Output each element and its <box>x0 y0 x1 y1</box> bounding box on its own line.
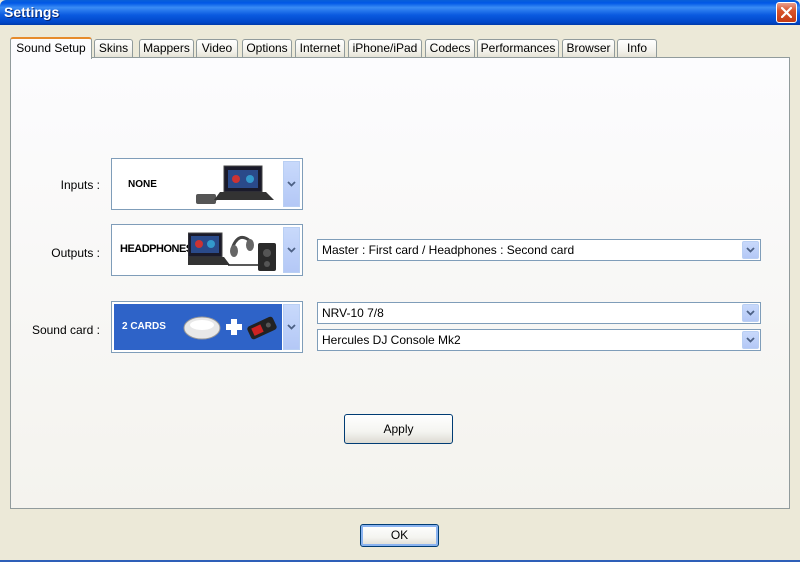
chevron-down-icon <box>746 337 755 343</box>
outputs-combo[interactable]: HEADPHONES <box>111 224 303 276</box>
soundcard-1-value: NRV-10 7/8 <box>322 306 384 320</box>
window-title: Settings <box>4 4 60 20</box>
soundcard-1-select[interactable]: NRV-10 7/8 <box>317 302 761 324</box>
soundcard-2-value: Hercules DJ Console Mk2 <box>322 333 461 347</box>
inputs-combo[interactable]: NONE <box>111 158 303 210</box>
tab-sound-setup[interactable]: Sound Setup <box>10 37 92 59</box>
ok-button[interactable]: OK <box>360 524 439 547</box>
chevron-down-icon <box>287 324 296 330</box>
apply-button[interactable]: Apply <box>344 414 453 444</box>
tab-performances[interactable]: Performances <box>477 39 559 58</box>
inputs-dropdown-arrow[interactable] <box>283 161 300 207</box>
chevron-down-icon <box>746 247 755 253</box>
two-cards-icon <box>183 316 277 340</box>
tab-iphone-ipad[interactable]: iPhone/iPad <box>348 39 422 58</box>
tab-skins[interactable]: Skins <box>94 39 133 58</box>
close-icon <box>781 7 792 18</box>
outputs-image-text: HEADPHONES <box>120 243 193 255</box>
tab-codecs[interactable]: Codecs <box>425 39 475 58</box>
outputs-label: Outputs : <box>51 246 100 260</box>
outputs-dropdown-arrow[interactable] <box>283 227 300 273</box>
chevron-down-icon <box>287 181 296 187</box>
tab-internet[interactable]: Internet <box>295 39 345 58</box>
soundcard-dropdown-arrow[interactable] <box>283 304 300 350</box>
title-bar: Settings <box>0 0 800 25</box>
inputs-image-text: NONE <box>128 179 157 190</box>
outputs-mode-dropdown-arrow[interactable] <box>742 241 759 259</box>
inputs-label: Inputs : <box>60 178 100 192</box>
soundcard-combo[interactable]: 2 CARDS <box>111 301 303 353</box>
chevron-down-icon <box>746 310 755 316</box>
tab-browser[interactable]: Browser <box>562 39 615 58</box>
chevron-down-icon <box>287 247 296 253</box>
soundcard-label: Sound card : <box>31 323 100 337</box>
soundcard-image: 2 CARDS <box>114 304 282 350</box>
close-button[interactable] <box>776 2 797 23</box>
soundcard-image-text: 2 CARDS <box>122 321 166 332</box>
laptop-headphones-speaker-icon <box>188 232 276 271</box>
outputs-mode-value: Master : First card / Headphones : Secon… <box>322 243 575 257</box>
outputs-mode-select[interactable]: Master : First card / Headphones : Secon… <box>317 239 761 261</box>
inputs-image: NONE <box>114 161 282 207</box>
soundcard-2-select[interactable]: Hercules DJ Console Mk2 <box>317 329 761 351</box>
tab-video[interactable]: Video <box>196 39 238 58</box>
tab-options[interactable]: Options <box>242 39 292 58</box>
soundcard-1-dropdown-arrow[interactable] <box>742 304 759 322</box>
tab-mappers[interactable]: Mappers <box>139 39 194 58</box>
soundcard-2-dropdown-arrow[interactable] <box>742 331 759 349</box>
outputs-image: HEADPHONES <box>114 227 282 273</box>
laptop-icon <box>196 165 274 204</box>
tab-info[interactable]: Info <box>617 39 657 58</box>
